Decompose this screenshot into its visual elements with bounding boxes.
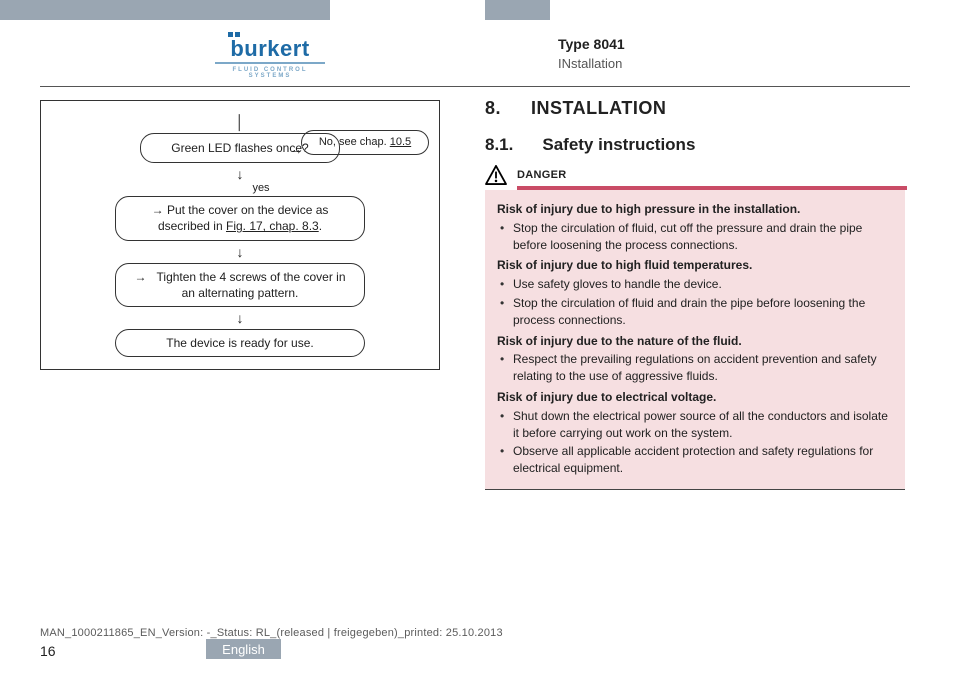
flow-no-text-pre: No, see chap.: [319, 136, 390, 148]
arrow-down-icon: ↓: [237, 241, 244, 263]
logo-text: burkert: [230, 36, 309, 61]
content-column: 8. INSTALLATION 8.1. Safety instructions…: [485, 98, 915, 490]
language-badge: English: [206, 639, 281, 659]
logo-wordmark: burkert: [215, 38, 325, 60]
danger-callout: Risk of injury due to high pressure in t…: [485, 190, 905, 489]
flow-cover-text-post: .: [319, 219, 322, 233]
doc-section-line: INstallation: [558, 56, 625, 71]
arrow-down-icon: ↓: [237, 163, 244, 185]
flow-no-branch: No, see chap. 10.5: [301, 130, 429, 155]
flowchart-column: │ Green LED flashes once? ↓ yes → Put th…: [40, 100, 452, 370]
print-metadata-line: MAN_1000211865_EN_Version: -_Status: RL_…: [40, 627, 503, 639]
section-heading: 8. INSTALLATION: [485, 98, 915, 119]
flow-step-tighten: → Tighten the 4 screws of the cover in a…: [115, 263, 365, 307]
risk-bullet: Observe all applicable accident protecti…: [513, 443, 893, 477]
doc-type-line: Type 8041: [558, 36, 625, 52]
arrow-down-icon: ↓: [237, 307, 244, 329]
header-accent-right: [485, 0, 550, 20]
danger-header-row: DANGER: [485, 165, 915, 185]
logo-tagline: FLUID CONTROL SYSTEMS: [215, 62, 325, 79]
header-divider: [40, 86, 910, 87]
brand-logo: burkert FLUID CONTROL SYSTEMS: [215, 38, 325, 79]
risk-heading: Risk of injury due to the nature of the …: [497, 333, 893, 350]
section-number: 8.: [485, 98, 501, 119]
warning-triangle-icon: [485, 165, 507, 185]
danger-label: DANGER: [517, 169, 566, 181]
danger-bottom-rule: [485, 489, 905, 490]
flow-cover-link[interactable]: Fig. 17, chap. 8.3: [226, 219, 319, 233]
risk-bullet: Use safety gloves to handle the device.: [513, 276, 893, 293]
header-accent-left: [0, 0, 330, 20]
subsection-title: Safety instructions: [542, 135, 695, 155]
flow-step-no: No, see chap. 10.5: [301, 130, 429, 155]
flow-step-ready: The device is ready for use.: [115, 329, 365, 357]
risk-bullet: Stop the circulation of fluid and drain …: [513, 295, 893, 329]
flow-no-link[interactable]: 10.5: [390, 136, 411, 148]
logo-umlaut-icon: [228, 32, 244, 36]
flow-tighten-text: Tighten the 4 screws of the cover in an …: [157, 270, 346, 300]
section-title: INSTALLATION: [531, 98, 666, 119]
page-number: 16: [40, 643, 56, 659]
page-header: burkert FLUID CONTROL SYSTEMS Type 8041 …: [0, 28, 954, 86]
risk-heading: Risk of injury due to high fluid tempera…: [497, 257, 893, 274]
risk-bullet: Shut down the electrical power source of…: [513, 408, 893, 442]
flowchart-frame: │ Green LED flashes once? ↓ yes → Put th…: [40, 100, 440, 370]
risk-bullet: Stop the circulation of fluid, cut off t…: [513, 220, 893, 254]
flow-step-put-cover: → Put the cover on the device as dsecrib…: [115, 196, 365, 240]
subsection-number: 8.1.: [485, 135, 513, 155]
risk-heading: Risk of injury due to electrical voltage…: [497, 389, 893, 406]
risk-heading: Risk of injury due to high pressure in t…: [497, 201, 893, 218]
subsection-heading: 8.1. Safety instructions: [485, 135, 915, 155]
arrow-down-icon: │: [236, 111, 245, 133]
risk-bullet: Respect the prevailing regulations on ac…: [513, 351, 893, 385]
flow-yes-label: yes: [246, 182, 269, 194]
header-doc-info: Type 8041 INstallation: [558, 36, 625, 71]
